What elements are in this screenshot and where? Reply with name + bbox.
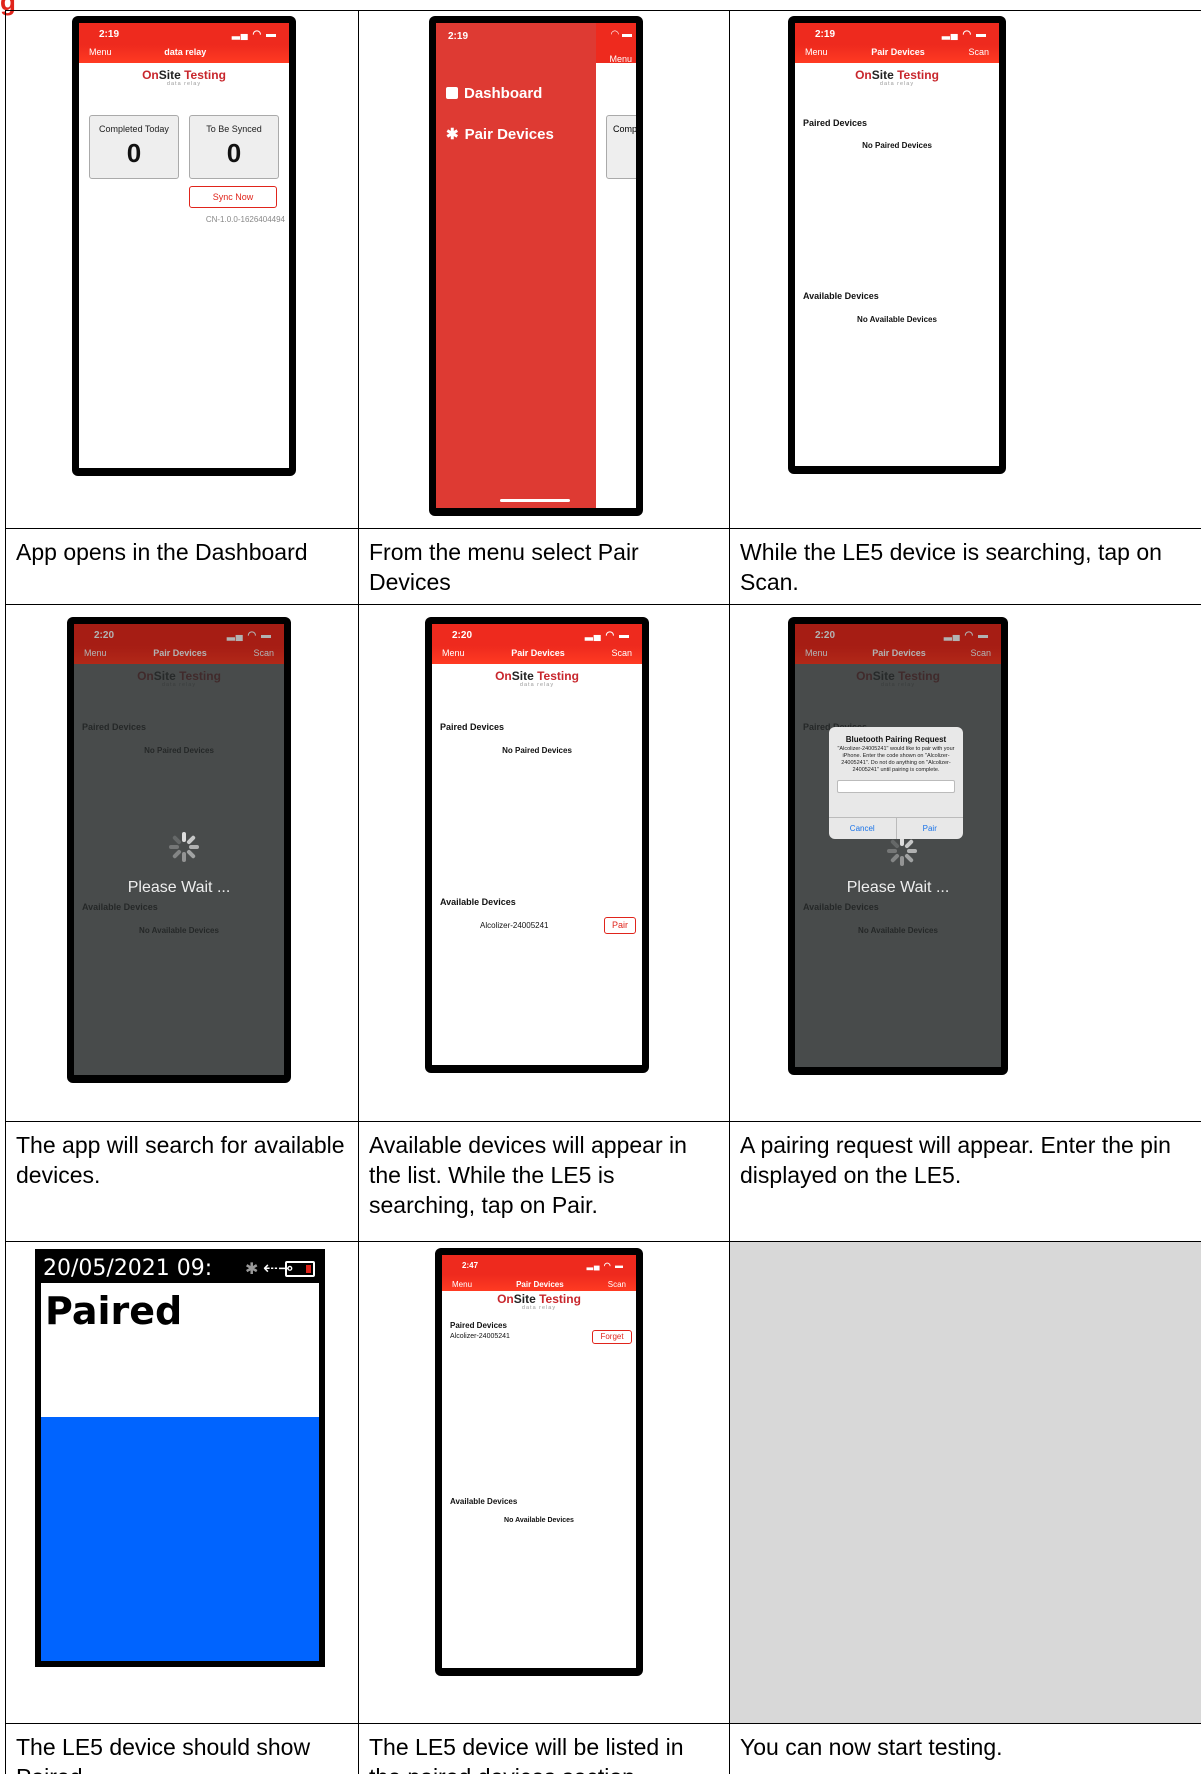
battery-icon	[285, 1261, 315, 1277]
le5-device-screen: 20/05/2021 09: ✱ ⇠⊸ Paired	[35, 1249, 325, 1667]
menu-button[interactable]: Menu	[442, 648, 465, 658]
no-paired-text: No Paired Devices	[502, 746, 572, 755]
menu-button[interactable]: Menu	[805, 47, 828, 57]
onsite-logo: OnSite Testing data relay	[497, 1292, 581, 1311]
chart-icon	[446, 87, 458, 99]
pin-input[interactable]	[837, 780, 955, 793]
dialog-body: "Alcolizer-24005241" would like to pair …	[837, 746, 955, 773]
status-time: 2:19	[815, 29, 836, 40]
caption-step9: You can now start testing.	[740, 1734, 1003, 1760]
to-be-synced-card: To Be Synced 0	[189, 115, 279, 179]
status-time: 2:19	[99, 29, 120, 40]
loading-overlay	[74, 664, 284, 1075]
caption-step6: A pairing request will appear. Enter the…	[740, 1132, 1171, 1188]
peek-header: ◠ ▬ Menu	[596, 23, 636, 64]
onsite-logo: OnSite Testing data relay	[495, 669, 579, 688]
bluetooth-icon: ✱	[245, 1259, 259, 1278]
paired-devices-heading: Paired Devices	[440, 722, 505, 732]
caption-step5: Available devices will appear in the lis…	[369, 1132, 687, 1218]
nav-title: Pair Devices	[516, 1279, 564, 1289]
instructions-table: 2:19 ▂▄ ◠ ▬ Menu data relay OnSite Testing…	[5, 10, 1201, 1774]
peek-card: Comp	[606, 115, 636, 179]
pair-button[interactable]: Pair	[897, 818, 964, 839]
available-devices-heading: Available Devices	[440, 897, 516, 907]
le5-blue-panel	[41, 1417, 319, 1661]
no-paired-text: No Paired Devices	[862, 141, 932, 150]
menu-item-pair-devices[interactable]: ✱ Pair Devices	[446, 125, 554, 143]
forget-button[interactable]: Forget	[592, 1330, 632, 1344]
caption-step2: From the menu select Pair Devices	[369, 539, 639, 595]
cancel-button[interactable]: Cancel	[829, 818, 897, 839]
phone-step8: 2:47 ▂▄ ◠ ▬ Menu Pair Devices Scan OnSite T…	[435, 1248, 643, 1676]
phone-step5: 2:20 ▂▄ ◠ ▬ Menu Pair Devices Scan OnSite T…	[425, 617, 649, 1073]
paired-device-item: Alcolizer-24005241	[450, 1333, 510, 1340]
device-list-item: Alcolizer-24005241	[480, 921, 549, 930]
phone-step6: 2:20▂▄ ◠ ▬ MenuPair DevicesScan OnSite T…	[788, 617, 1008, 1075]
paired-devices-heading: Paired Devices	[450, 1321, 507, 1330]
version-text: CN-1.0.0-1626404494	[205, 215, 285, 224]
cell-step9-image	[729, 1241, 1201, 1724]
dialog-title: Bluetooth Pairing Request	[845, 735, 947, 744]
status-time: 2:19	[448, 31, 469, 42]
cell-step3-image: 2:19 ▂▄ ◠ ▬ Menu Pair Devices Scan OnSite T…	[729, 10, 1201, 529]
page-heading: g	[0, 0, 16, 16]
completed-today-card: Completed Today 0	[89, 115, 179, 179]
sync-now-button[interactable]: Sync Now	[189, 186, 277, 208]
side-menu: 2:19 Dashboard ✱ Pair Devices	[436, 23, 596, 508]
cell-step2-image: 2:19 Dashboard ✱ Pair Devices ◠ ▬ Menu Co…	[358, 10, 730, 529]
please-wait-text: Please Wait ...	[127, 879, 231, 896]
menu-button[interactable]: Menu	[452, 1280, 472, 1289]
phone-step3: 2:19 ▂▄ ◠ ▬ Menu Pair Devices Scan OnSite T…	[788, 16, 1006, 474]
caption-step4: The app will search for available device…	[16, 1132, 345, 1188]
phone-step4: 2:20▂▄ ◠ ▬ MenuPair DevicesScan OnSite T…	[67, 617, 291, 1083]
status-time: 2:20	[452, 630, 473, 641]
le5-status-text: Paired	[45, 1289, 183, 1333]
nav-title: data relay	[164, 47, 207, 57]
status-time: 2:47	[462, 1261, 479, 1270]
bluetooth-pairing-dialog: Bluetooth Pairing Request "Alcolizer-240…	[829, 727, 963, 839]
home-indicator	[500, 499, 570, 502]
scan-button[interactable]: Scan	[611, 648, 632, 658]
cell-step8-image: 2:47 ▂▄ ◠ ▬ Menu Pair Devices Scan OnSite T…	[358, 1241, 730, 1724]
menu-button[interactable]: Menu	[596, 40, 636, 64]
menu-button[interactable]: Menu	[89, 47, 112, 57]
onsite-logo: OnSite Testing data relay	[855, 68, 939, 87]
nav-title: Pair Devices	[871, 47, 925, 57]
scan-button[interactable]: Scan	[608, 1280, 626, 1289]
available-devices-heading: Available Devices	[450, 1497, 518, 1506]
scan-button[interactable]: Scan	[968, 47, 989, 57]
no-available-text: No Available Devices	[504, 1517, 574, 1524]
cell-step4-image: 2:20▂▄ ◠ ▬ MenuPair DevicesScan OnSite T…	[5, 604, 359, 1122]
phone-step1: 2:19 ▂▄ ◠ ▬ Menu data relay OnSite Testing…	[72, 16, 296, 476]
nav-title: Pair Devices	[511, 648, 565, 658]
status-icons: ▂▄ ◠ ▬	[231, 29, 277, 40]
bluetooth-icon: ✱	[446, 126, 459, 143]
cell-step6-image: 2:20▂▄ ◠ ▬ MenuPair DevicesScan OnSite T…	[729, 604, 1201, 1122]
paired-devices-heading: Paired Devices	[803, 118, 868, 128]
caption-step1: App opens in the Dashboard	[16, 539, 308, 565]
spinner-icon	[887, 836, 917, 866]
available-devices-heading: Available Devices	[803, 291, 879, 301]
menu-item-dashboard[interactable]: Dashboard	[446, 85, 542, 102]
cell-step7-image: 20/05/2021 09: ✱ ⇠⊸ Paired	[5, 1241, 359, 1724]
no-available-text: No Available Devices	[857, 315, 937, 324]
please-wait-text: Please Wait ...	[846, 879, 950, 896]
cell-step5-image: 2:20 ▂▄ ◠ ▬ Menu Pair Devices Scan OnSite T…	[358, 604, 730, 1122]
caption-step8: The LE5 device will be listed in the pai…	[369, 1734, 684, 1774]
cell-step1-image: 2:19 ▂▄ ◠ ▬ Menu data relay OnSite Testing…	[5, 10, 359, 529]
pair-button[interactable]: Pair	[604, 917, 636, 934]
spinner-icon	[169, 832, 199, 862]
phone-step2: 2:19 Dashboard ✱ Pair Devices ◠ ▬ Menu Co…	[429, 16, 643, 516]
caption-step7: The LE5 device should show Paired.	[16, 1734, 311, 1774]
le5-datetime: 20/05/2021 09:	[43, 1256, 213, 1281]
onsite-logo: OnSite Testing data relay	[142, 68, 226, 87]
caption-step3: While the LE5 device is searching, tap o…	[740, 539, 1162, 595]
